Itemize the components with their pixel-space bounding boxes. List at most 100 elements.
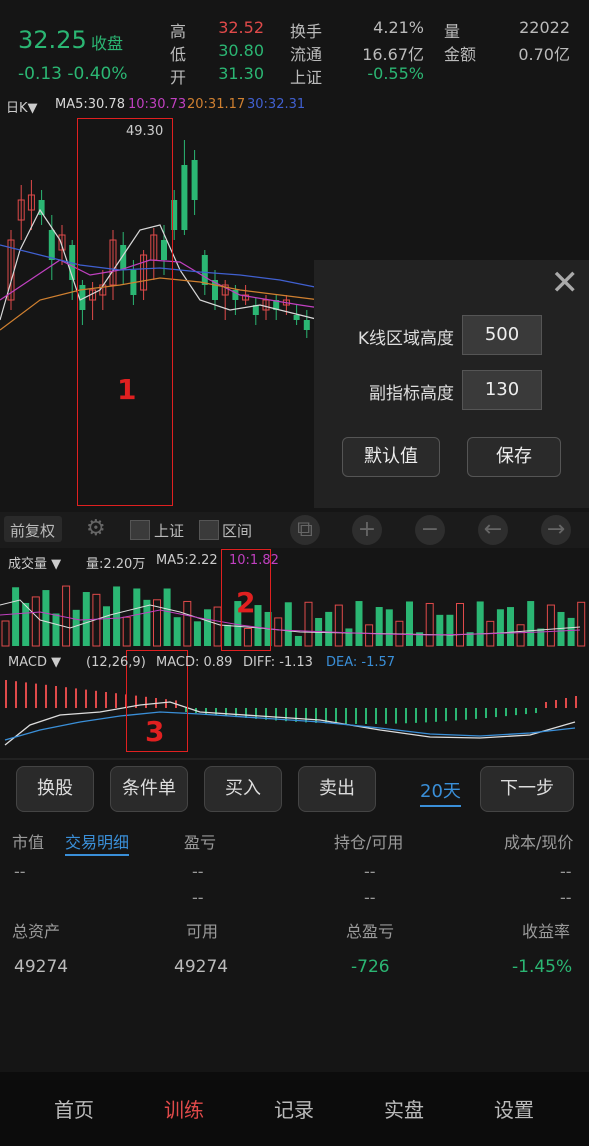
nav-live-trading[interactable]: 实盘 [349,1094,459,1123]
interval-checkbox[interactable] [199,520,219,540]
kline-height-input[interactable]: 500 [462,315,542,355]
volume-bar [325,611,333,646]
volume-bar [193,621,201,646]
volume-bar [567,617,575,646]
stat-shanghai-value: -0.55% [367,64,424,83]
zoom-out-icon[interactable]: − [415,515,445,545]
col-holdings: 持仓/可用 [334,833,404,852]
stat-low-label: 低 [170,45,187,64]
available-value: 49274 [174,957,229,977]
total-assets-value: 49274 [14,957,69,977]
conditional-order-button[interactable]: 条件单 [110,766,188,812]
stat-float-label: 流通 [290,45,323,64]
volume-value: 量:2.20万 [86,557,146,572]
diff-value: DIFF: -1.13 [243,655,313,670]
stat-volume-value: 22022 [519,18,570,37]
nav-records[interactable]: 记录 [239,1094,349,1123]
sub-indicator-height-input[interactable]: 130 [462,370,542,410]
stat-shanghai-label: 上证 [290,68,323,87]
change-stock-button[interactable]: 换股 [16,766,94,812]
kline-height-label: K线区域高度 [357,329,454,349]
stat-amount-label: 金额 [444,45,477,64]
volume-ma10: 10:1.82 [229,553,279,568]
reset-zoom-icon[interactable]: ⧉ [290,515,320,545]
chart-height-settings-panel: ✕ K线区域高度 500 副指标高度 130 默认值 保存 [314,260,589,508]
volume-bar [537,628,545,646]
sell-button[interactable]: 卖出 [298,766,376,812]
volume-bar [456,603,464,647]
stat-open-value: 31.30 [218,64,264,83]
stat-high-label: 高 [170,22,187,41]
tab-trade-details[interactable]: 交易明细 [65,829,130,856]
days-selector[interactable]: 20天 [420,777,461,807]
stat-amount-value: 0.70亿 [518,45,570,64]
gear-icon[interactable]: ⚙ [86,518,106,540]
volume-indicator-selector[interactable]: 成交量 ▼ [8,553,61,572]
volume-bar [274,617,283,647]
default-button[interactable]: 默认值 [342,437,440,477]
volume-bar [183,600,192,647]
candle [191,160,198,200]
col-profit-loss: 盈亏 [184,833,217,852]
macd-indicator-selector[interactable]: MACD ▼ [8,655,61,670]
next-step-button[interactable]: 下一步 [480,766,574,812]
stat-open-label: 开 [170,68,187,87]
volume-bar [446,614,454,646]
volume-bar [1,620,10,647]
annotation-label-3: 3 [145,715,165,748]
volume-bar [304,601,313,647]
volume-bar [345,628,353,646]
volume-bar [507,607,514,646]
nav-home[interactable]: 首页 [19,1094,129,1123]
shanghai-label: 上证 [154,522,185,540]
nav-training[interactable]: 训练 [129,1094,239,1123]
price-change: -0.13 -0.40% [18,64,128,84]
shanghai-checkbox[interactable] [130,520,150,540]
volume-bar [82,592,90,646]
arrow-left-icon[interactable]: ← [478,515,508,545]
volume-bar [375,607,383,646]
stat-low-value: 30.80 [218,41,264,60]
volume-bar [103,606,110,646]
volume-bar [52,613,60,646]
candle [293,315,300,320]
save-button[interactable]: 保存 [467,437,561,477]
cell-market-value: -- [14,862,26,881]
buy-button[interactable]: 买入 [204,766,282,812]
arrow-right-icon[interactable]: → [541,515,571,545]
volume-bar [204,609,211,646]
volume-bar [516,624,525,647]
volume-bar [12,587,20,646]
return-rate-value: -1.45% [512,957,573,977]
annotation-box-1 [77,118,173,506]
current-price: 32.25 [18,26,87,54]
col-cost-price: 成本/现价 [504,833,574,852]
volume-bar [496,609,504,646]
price-status: 收盘 [91,34,124,53]
diff-line [4,701,576,746]
volume-bar [113,586,121,646]
volume-bar [425,602,434,647]
sub-indicator-height-label: 副指标高度 [369,384,454,404]
volume-bar [334,604,343,647]
stat-float-value: 16.67亿 [362,45,424,64]
macd-value: MACD: 0.89 [156,655,233,670]
volume-bar [527,601,535,646]
return-rate-label: 收益率 [522,922,571,941]
cell-holdings: -- [364,862,376,881]
bottom-navigation: 首页 训练 记录 实盘 设置 [0,1072,589,1146]
stat-turnover-value: 4.21% [373,18,424,37]
cell-current-price: -- [560,888,572,907]
annotation-label-2: 2 [236,586,256,619]
zoom-in-icon[interactable]: + [352,515,382,545]
available-label: 可用 [186,922,219,941]
total-pl-value: -726 [351,957,390,977]
candle [303,320,310,330]
volume-bar [294,635,302,646]
volume-bar [173,617,181,646]
stat-volume-label: 量 [444,22,461,41]
adjust-mode-button[interactable]: 前复权 [10,520,55,541]
candle [181,165,188,230]
nav-settings[interactable]: 设置 [459,1094,569,1123]
close-icon[interactable]: ✕ [551,266,580,300]
